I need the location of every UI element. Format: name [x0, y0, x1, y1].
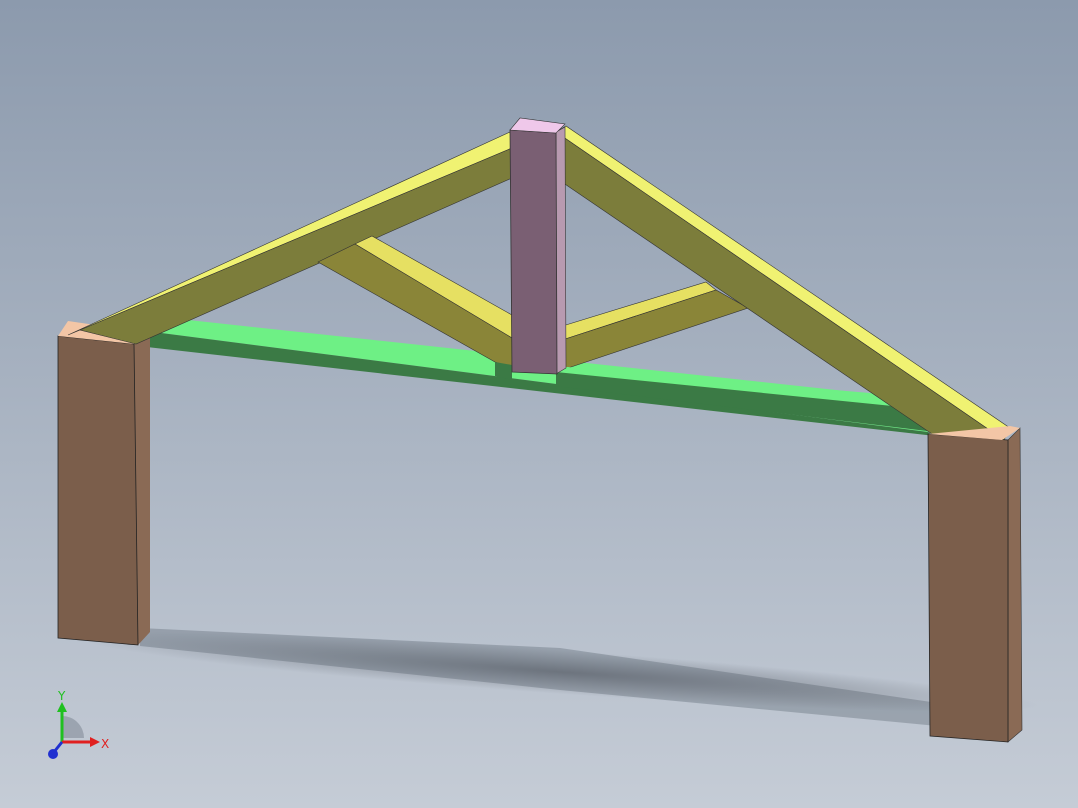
- x-axis-arrow: [90, 737, 100, 747]
- king-post-side-face: [555, 126, 567, 375]
- orientation-triad[interactable]: Y X: [40, 686, 120, 766]
- ground-shadow: [81, 628, 1039, 732]
- left-post[interactable]: [57, 321, 150, 646]
- left-post-front-face: [57, 335, 139, 646]
- king-post-front-face: [509, 129, 558, 375]
- king-post[interactable]: [509, 117, 567, 375]
- right-post[interactable]: [927, 426, 1023, 743]
- graphics-viewport[interactable]: Y X: [0, 0, 1078, 808]
- truss-model-view[interactable]: [0, 0, 1078, 808]
- king-post-top-face: [509, 117, 566, 134]
- right-web-strut[interactable]: [555, 281, 749, 373]
- x-axis-label: X: [101, 737, 109, 751]
- y-axis-arrow: [57, 702, 67, 712]
- right-post-front-face: [927, 433, 1009, 743]
- y-axis-label: Y: [57, 689, 66, 703]
- triad-quadrant-shading: [62, 716, 84, 738]
- z-axis-knob: [48, 749, 58, 759]
- right-post-side-face: [1007, 427, 1023, 743]
